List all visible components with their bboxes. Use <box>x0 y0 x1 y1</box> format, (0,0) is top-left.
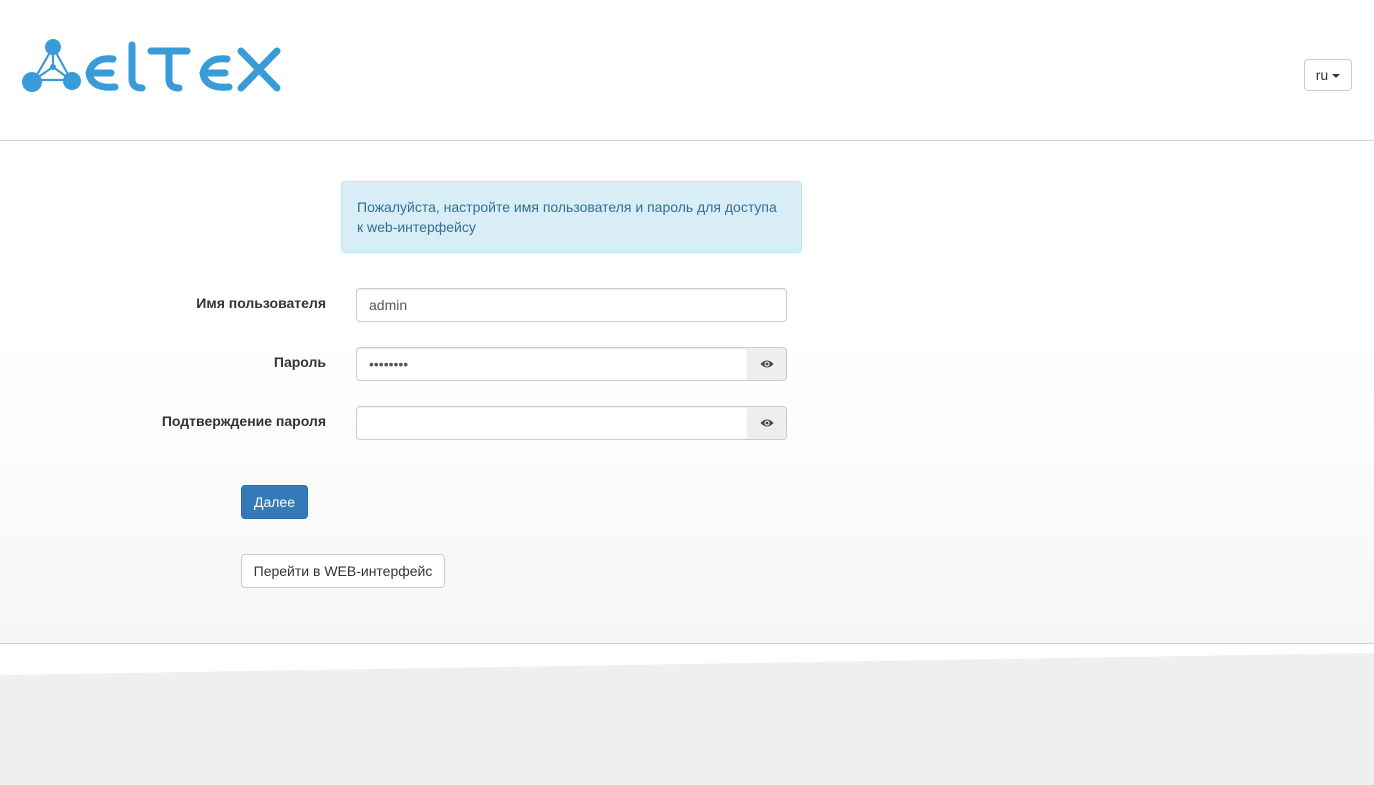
caret-down-icon <box>1332 73 1341 78</box>
language-selected: ru <box>1315 67 1329 83</box>
setup-form-panel: Пожалуйста, настройте имя пользователя и… <box>0 141 1374 644</box>
show-confirm-password-button[interactable] <box>747 406 787 440</box>
password-input[interactable] <box>356 347 748 381</box>
confirm-password-label: Подтверждение пароля <box>161 413 326 429</box>
eltex-logo <box>21 37 283 95</box>
language-dropdown-button[interactable]: ru <box>1304 59 1352 91</box>
footer-wave <box>0 653 1374 785</box>
info-alert-message: Пожалуйста, настройте имя пользователя и… <box>357 199 777 235</box>
password-label: Пароль <box>273 354 326 370</box>
eye-icon <box>760 419 773 427</box>
eltex-logo-graphic <box>22 39 281 92</box>
confirm-password-input[interactable] <box>356 406 748 440</box>
username-label: Имя пользователя <box>196 295 326 311</box>
eye-icon <box>760 360 773 368</box>
goto-web-interface-button[interactable]: Перейти в WEB-интерфейс <box>241 554 445 588</box>
header: ru <box>0 0 1374 141</box>
info-alert: Пожалуйста, настройте имя пользователя и… <box>341 181 802 253</box>
footer <box>0 644 1374 785</box>
next-button[interactable]: Далее <box>241 485 308 519</box>
username-input[interactable] <box>356 288 787 322</box>
show-password-button[interactable] <box>747 347 787 381</box>
